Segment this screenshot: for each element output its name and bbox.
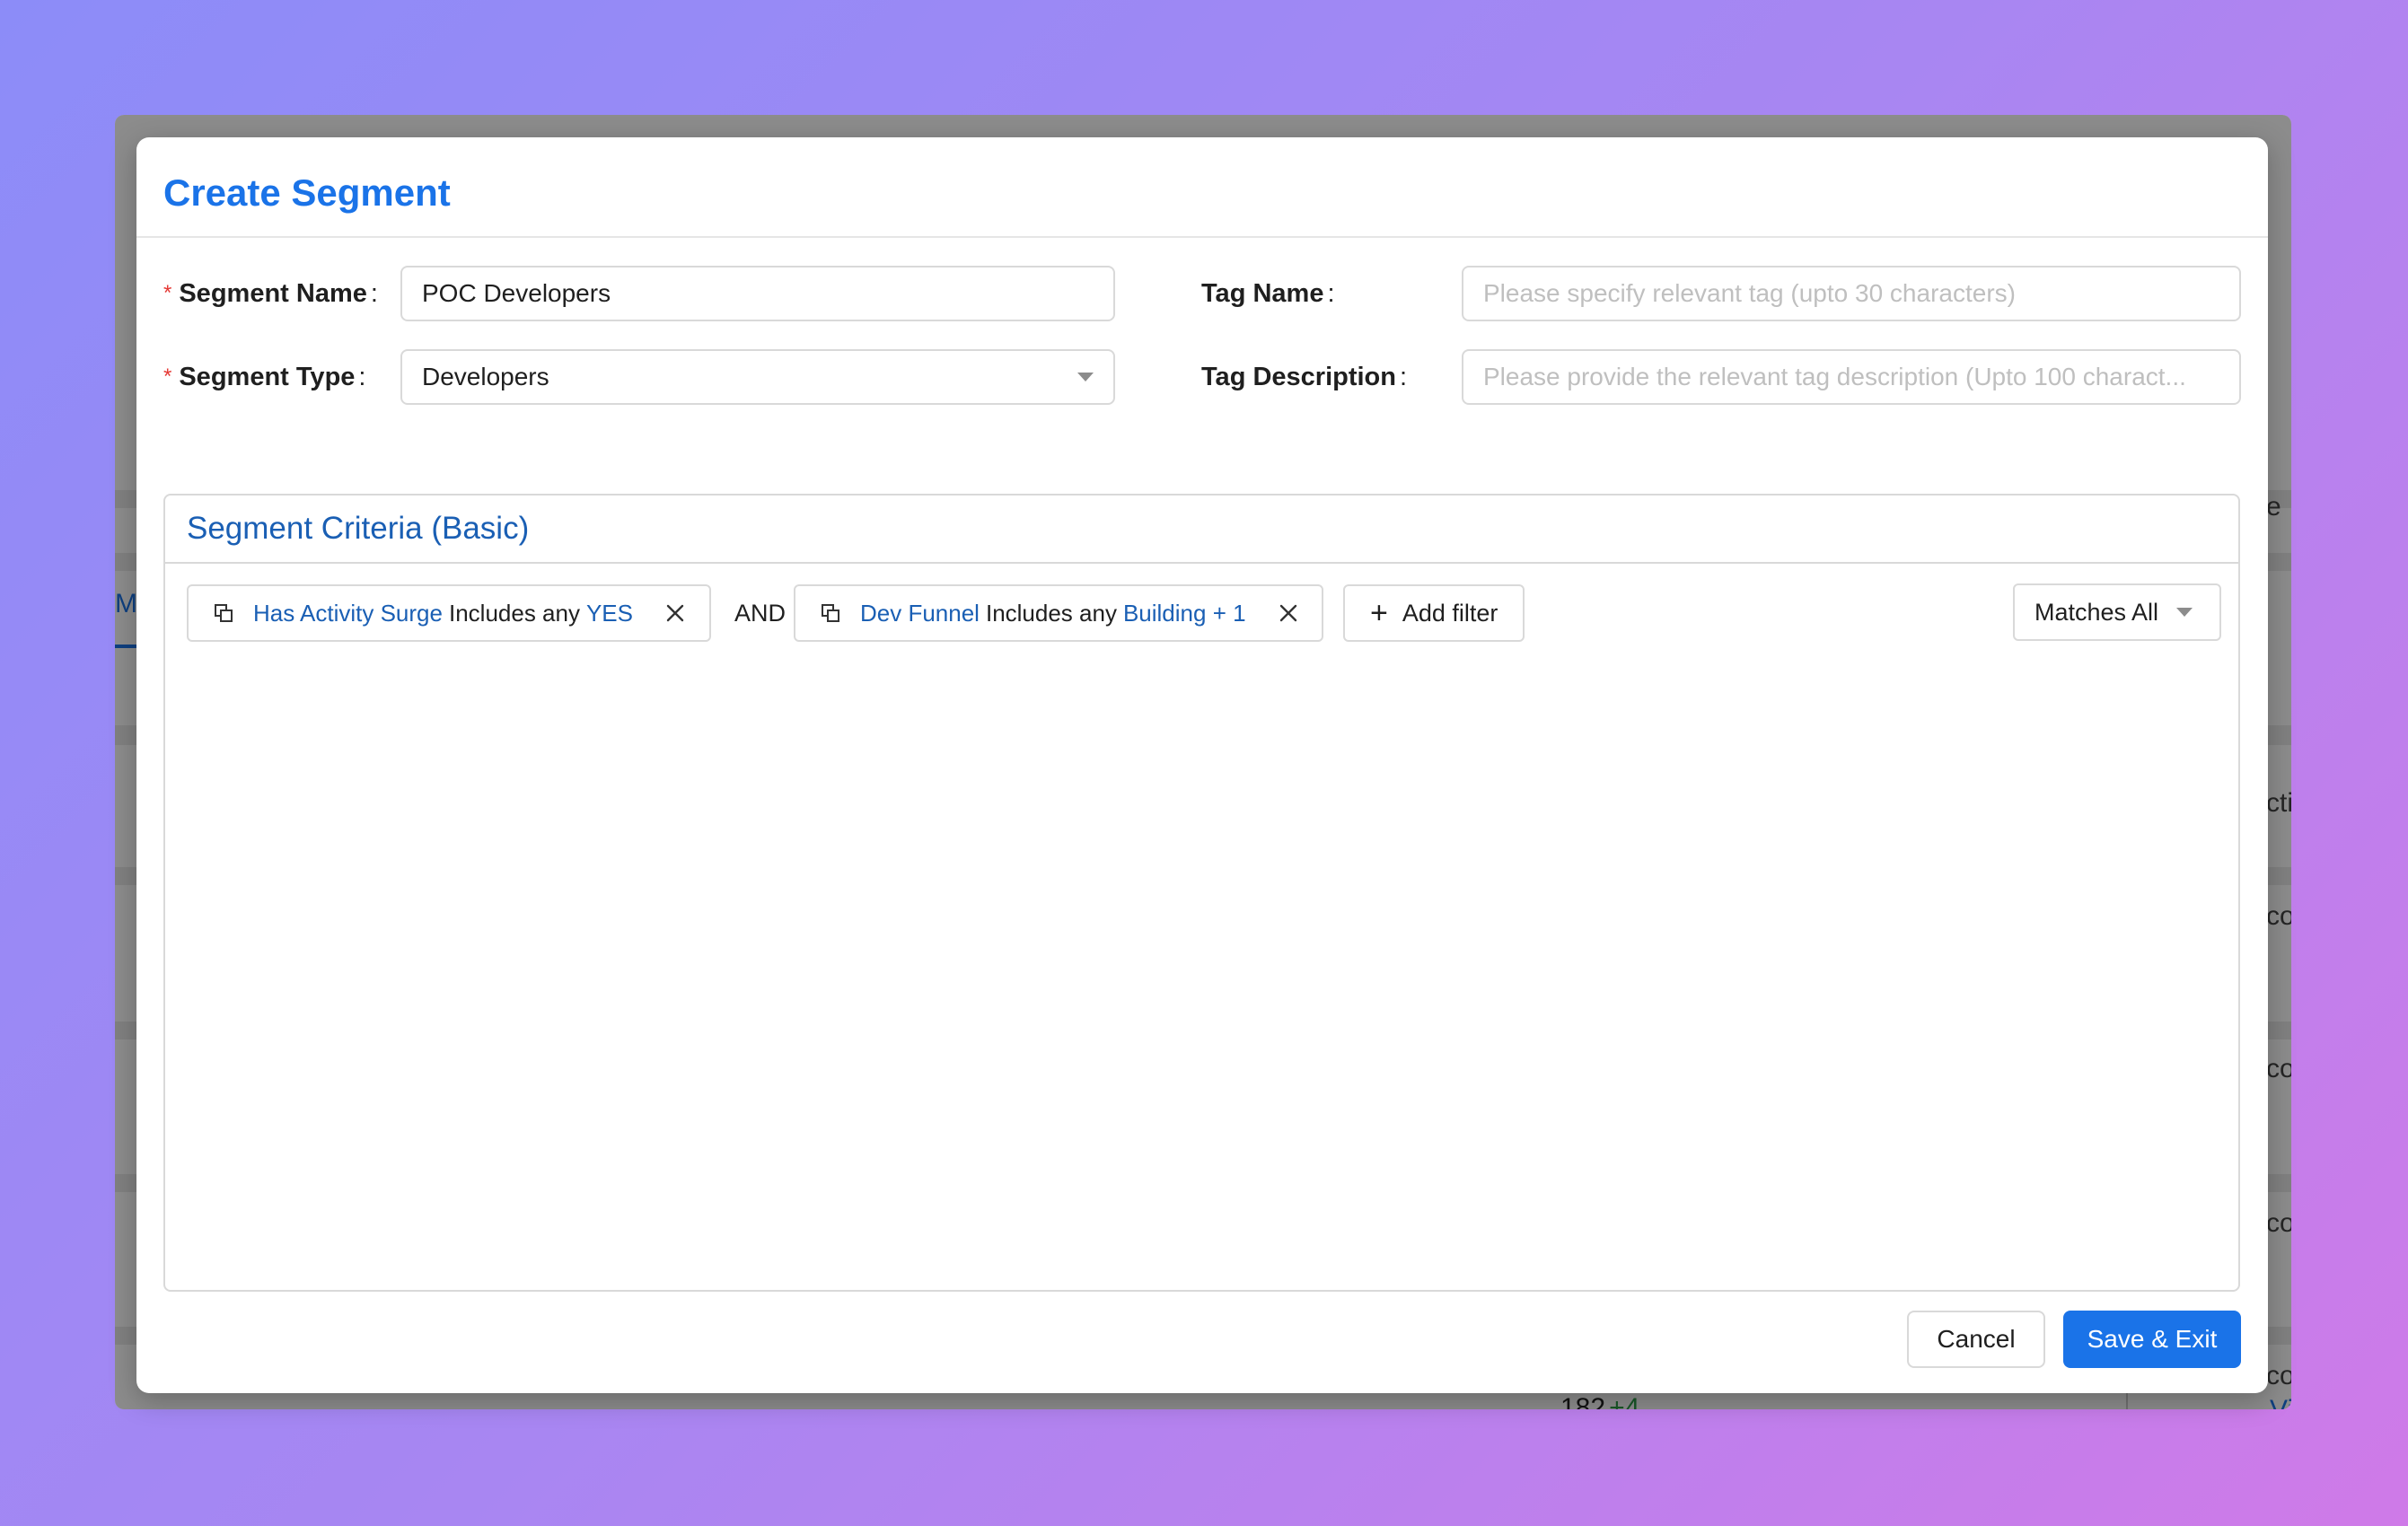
tag-description-label: Tag Description : xyxy=(1201,362,1408,391)
segment-type-value: Developers xyxy=(422,363,549,390)
save-exit-button[interactable]: Save & Exit xyxy=(2063,1311,2241,1368)
cancel-button[interactable]: Cancel xyxy=(1907,1311,2045,1368)
plus-icon: + xyxy=(1370,596,1388,630)
filter-operator: Includes any xyxy=(985,599,1117,627)
chevron-down-icon xyxy=(2176,608,2193,617)
add-filter-button[interactable]: + Add filter xyxy=(1343,584,1525,642)
filter-chip-activity-surge[interactable]: Has Activity Surge Includes any YES xyxy=(187,584,711,642)
tag-name-label-text: Tag Name xyxy=(1201,278,1324,308)
segment-name-input[interactable] xyxy=(400,266,1115,321)
chevron-down-icon xyxy=(1077,373,1094,382)
add-filter-label: Add filter xyxy=(1402,599,1498,627)
filter-chip-dev-funnel[interactable]: Dev Funnel Includes any Building + 1 xyxy=(794,584,1323,642)
copy-icon xyxy=(821,603,840,623)
close-icon[interactable] xyxy=(665,603,685,623)
segment-name-label: * Segment Name : xyxy=(163,278,378,308)
required-mark: * xyxy=(163,281,172,305)
tag-name-input[interactable] xyxy=(1462,266,2241,321)
create-segment-modal: Create Segment * Segment Name : * Segmen… xyxy=(136,137,2268,1393)
criteria-title: Segment Criteria (Basic) xyxy=(187,511,530,546)
header-divider xyxy=(136,236,2268,238)
filter-value: Building + 1 xyxy=(1122,599,1246,627)
segment-type-select[interactable]: Developers xyxy=(400,349,1115,405)
filter-conjunction: AND xyxy=(734,599,787,627)
required-mark: * xyxy=(163,364,172,389)
match-mode-select[interactable]: Matches All xyxy=(2013,583,2221,641)
segment-type-label: * Segment Type : xyxy=(163,362,366,391)
filter-field: Has Activity Surge xyxy=(253,599,443,627)
filter-value: YES xyxy=(585,599,633,627)
criteria-header: Segment Criteria (Basic) xyxy=(165,496,2238,564)
filter-field: Dev Funnel xyxy=(860,599,980,627)
match-mode-value: Matches All xyxy=(2034,598,2159,626)
segment-type-label-text: Segment Type xyxy=(179,362,356,391)
tag-description-input[interactable] xyxy=(1462,349,2241,405)
copy-icon xyxy=(214,603,233,623)
tag-name-label: Tag Name : xyxy=(1201,278,1335,308)
tag-description-label-text: Tag Description xyxy=(1201,362,1396,391)
modal-title: Create Segment xyxy=(163,171,451,214)
segment-name-label-text: Segment Name xyxy=(179,278,367,308)
filter-operator: Includes any xyxy=(448,599,580,627)
segment-criteria-panel: Segment Criteria (Basic) Has Activity Su… xyxy=(163,494,2240,1292)
close-icon[interactable] xyxy=(1279,603,1298,623)
